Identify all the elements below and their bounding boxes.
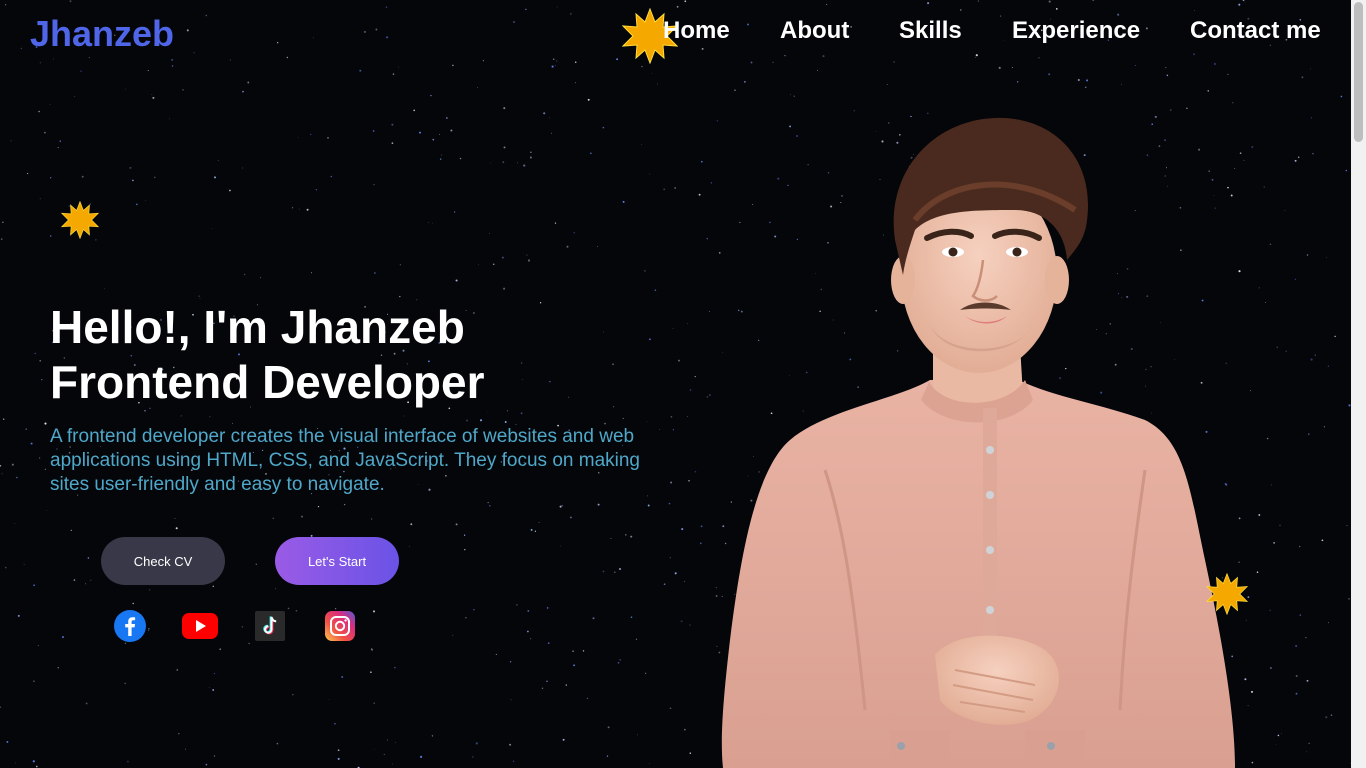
tiktok-icon[interactable]: [255, 611, 285, 641]
facebook-icon[interactable]: [114, 610, 146, 642]
hero-title: Hello!, I'm Jhanzeb Frontend Developer: [50, 300, 485, 410]
star-burst-icon: [61, 201, 99, 239]
profile-portrait-image: [721, 117, 1235, 768]
nav-home-link[interactable]: Home: [663, 17, 730, 45]
hero-role: Frontend Developer: [50, 356, 485, 408]
page-scrollbar[interactable]: [1351, 0, 1366, 768]
lets-start-button[interactable]: Let's Start: [275, 537, 399, 585]
check-cv-button[interactable]: Check CV: [101, 537, 225, 585]
instagram-icon[interactable]: [325, 611, 355, 641]
scrollbar-thumb[interactable]: [1354, 2, 1363, 142]
youtube-icon[interactable]: [181, 610, 219, 642]
star-burst-icon: [1206, 573, 1248, 615]
hero-greeting: Hello!, I'm Jhanzeb: [50, 301, 465, 353]
nav-experience-link[interactable]: Experience: [1012, 17, 1140, 45]
nav-about-link[interactable]: About: [780, 17, 849, 45]
nav-contact-link[interactable]: Contact me: [1190, 17, 1321, 45]
nav-skills-link[interactable]: Skills: [899, 17, 962, 45]
hero-description: A frontend developer creates the visual …: [50, 426, 640, 495]
main-nav: Home About Skills Experience Contact me: [0, 17, 1351, 51]
